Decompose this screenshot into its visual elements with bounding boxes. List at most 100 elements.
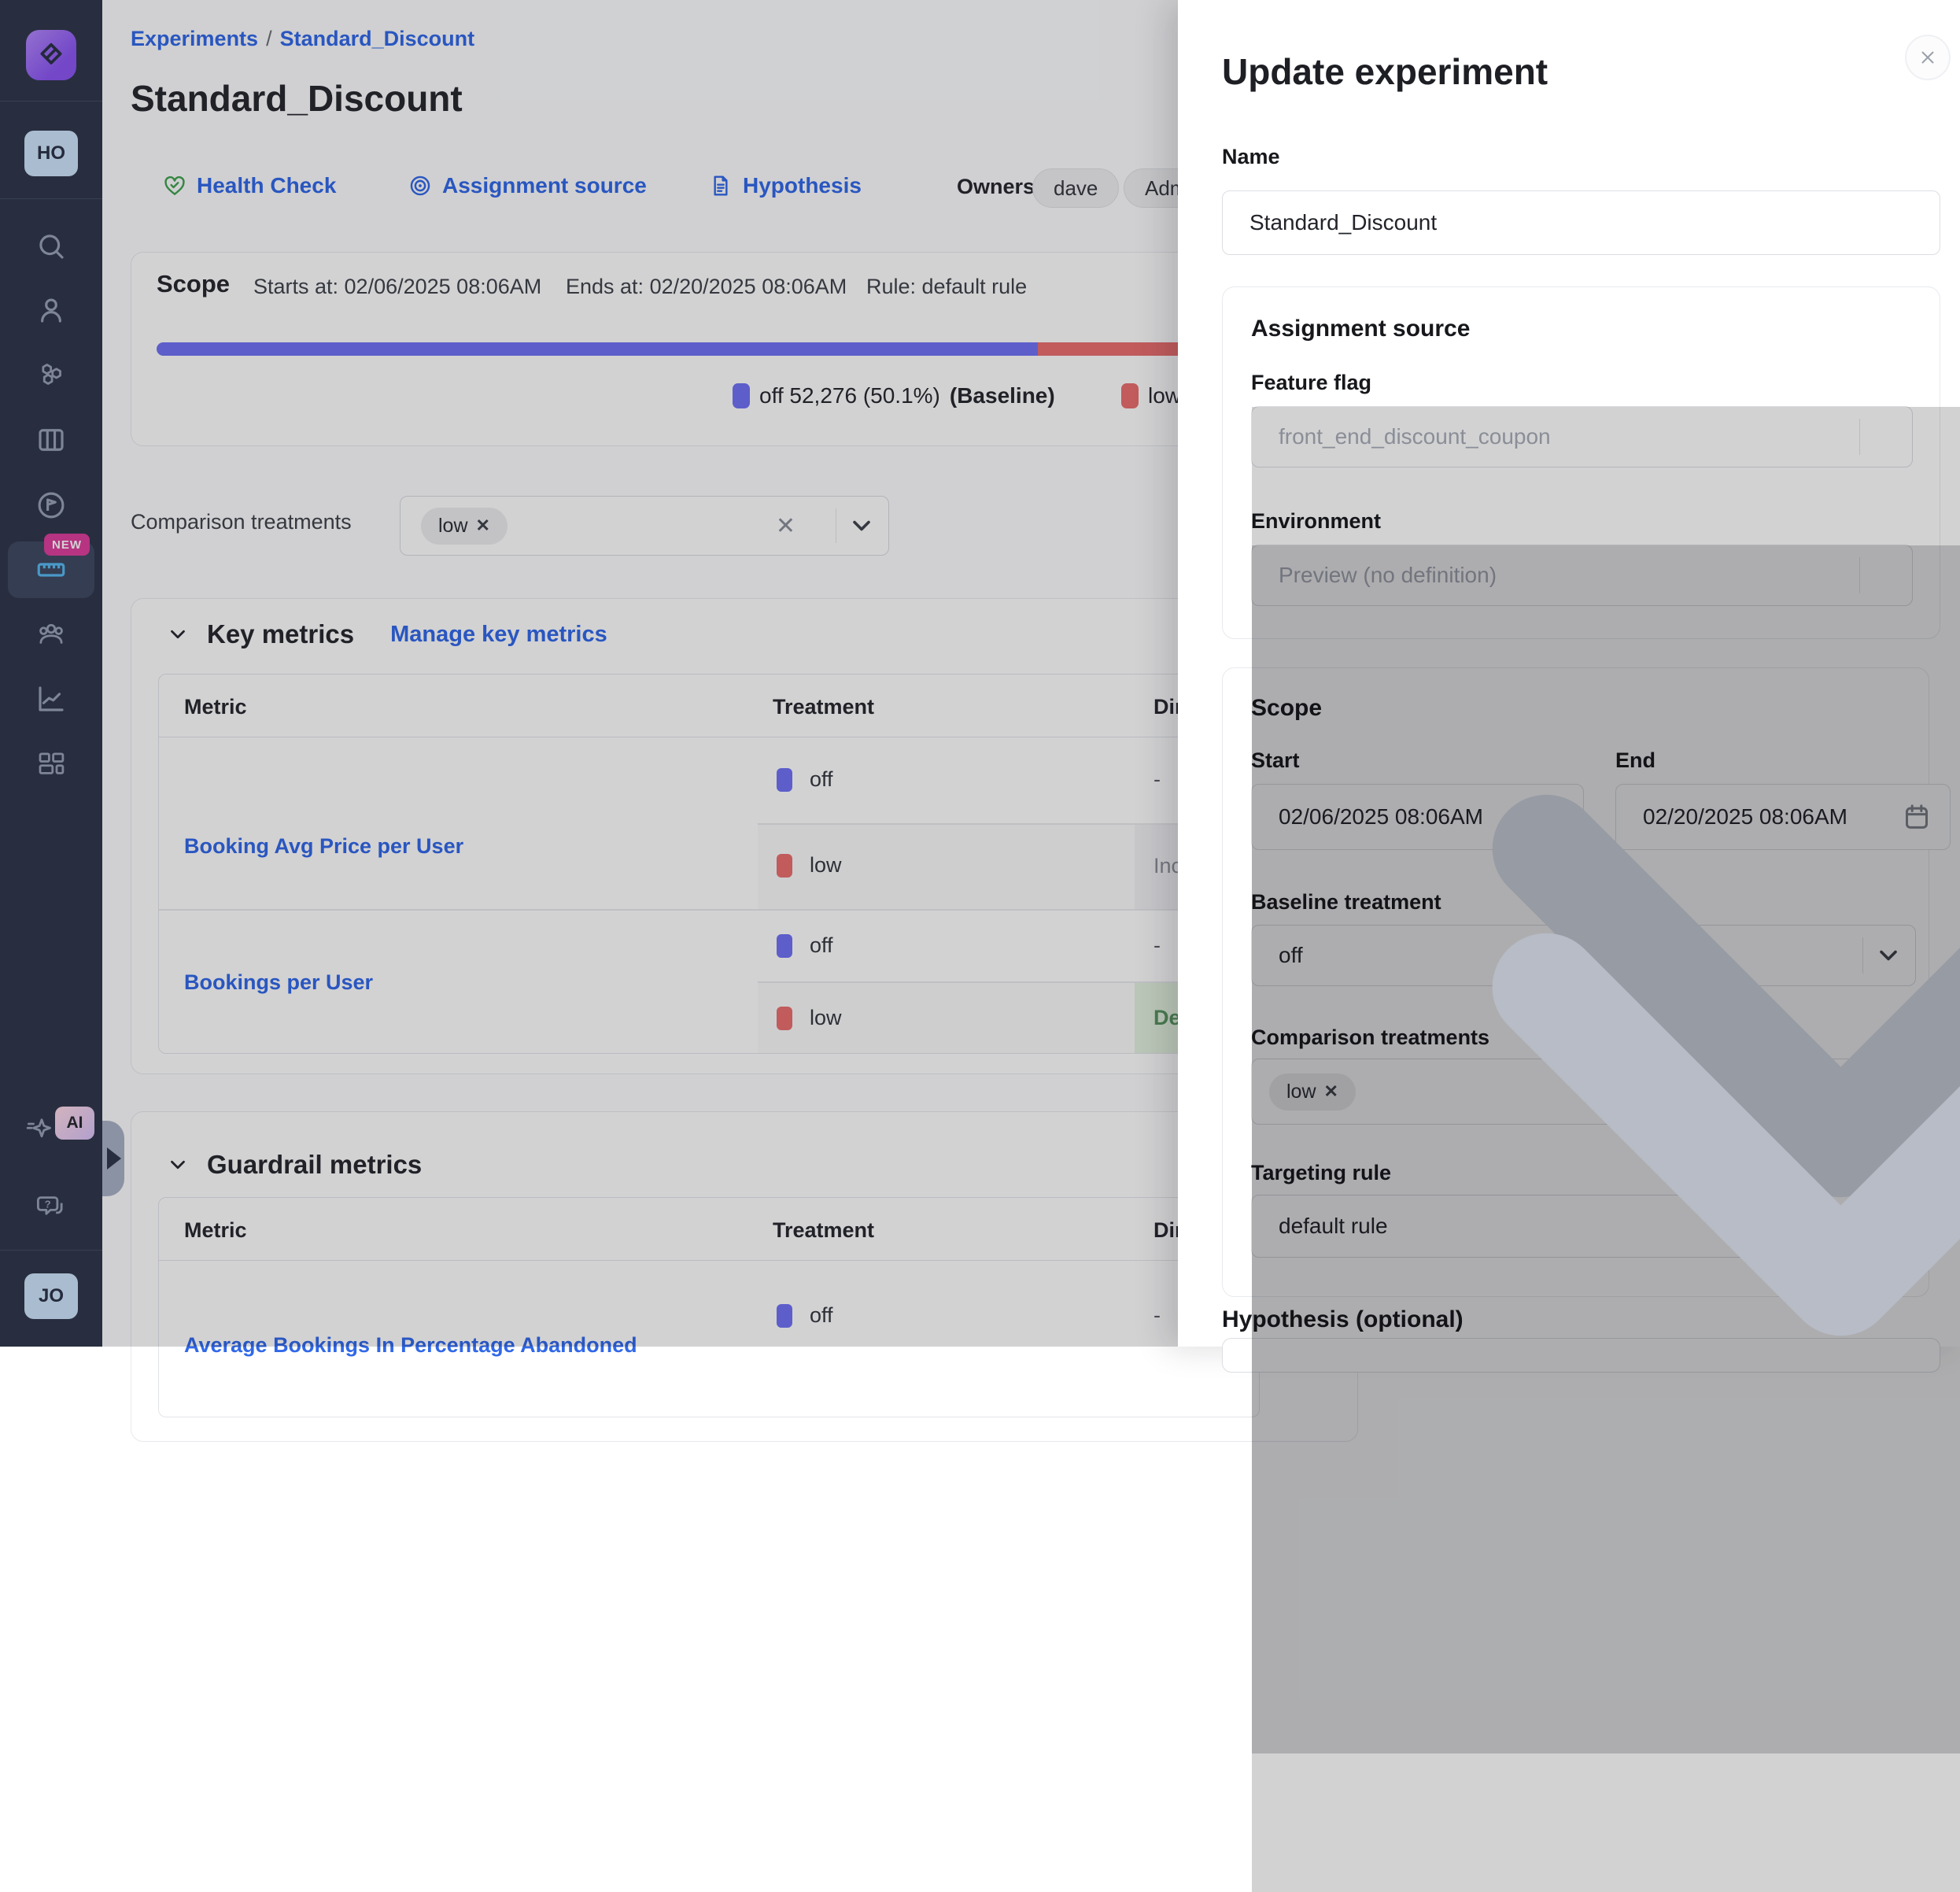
chevron-down-icon[interactable] <box>1874 941 1903 970</box>
assignment-source-label: Assignment source <box>442 173 647 198</box>
col-treatment: Treatment <box>773 1218 874 1243</box>
comparison-treatments-select[interactable]: low ✕ ✕ <box>400 496 889 556</box>
legend-swatch-low <box>1121 383 1139 408</box>
direction-value: - <box>1153 1303 1161 1328</box>
hypothesis-textarea[interactable] <box>1222 1338 1940 1373</box>
audiences-group-icon[interactable] <box>35 618 68 651</box>
treatment-row-low: low <box>777 1006 842 1030</box>
owners-label: Owners: <box>957 175 1042 199</box>
baseline-treatment-select[interactable]: off <box>1251 925 1916 986</box>
start-date-value: 02/06/2025 08:06AM <box>1279 804 1483 830</box>
health-check-label: Health Check <box>197 173 336 198</box>
ai-badge[interactable]: AI <box>55 1107 94 1140</box>
search-icon[interactable] <box>35 230 68 263</box>
sidebar-divider <box>0 101 102 102</box>
clear-selection-icon[interactable]: ✕ <box>1803 1078 1822 1106</box>
chip-remove-icon[interactable]: ✕ <box>476 515 490 536</box>
guardrail-metrics-title: Guardrail metrics <box>207 1150 422 1180</box>
chevron-right-icon <box>107 1147 121 1170</box>
calendar-icon[interactable] <box>1901 801 1932 833</box>
collapse-chevron-icon[interactable] <box>166 623 190 646</box>
statsig-logo-icon <box>35 39 67 71</box>
document-icon <box>708 173 733 198</box>
direction-value: - <box>1153 933 1161 958</box>
treatment-row-low: low <box>777 853 842 878</box>
guardrail-metrics-table: Metric Treatment Direction off - Average… <box>158 1197 1260 1417</box>
select-divider <box>1859 419 1861 455</box>
end-date-input[interactable]: 02/20/2025 08:06AM <box>1615 784 1951 850</box>
health-check-link[interactable]: Health Check <box>162 173 336 198</box>
comparison-treatments-select[interactable]: low ✕ ✕ <box>1251 1059 1916 1125</box>
treatment-chip-low[interactable]: low ✕ <box>421 508 508 545</box>
sidebar-expand-handle[interactable] <box>102 1121 124 1196</box>
collapse-chevron-icon[interactable] <box>166 1153 190 1177</box>
select-divider <box>1859 557 1861 593</box>
chevron-down-icon[interactable] <box>847 512 876 540</box>
scope-starts-at: Starts at: 02/06/2025 08:06AM <box>253 275 541 299</box>
targeting-rule-value: default rule <box>1279 1214 1388 1239</box>
experiments-ruler-icon[interactable] <box>35 553 68 586</box>
start-date-input[interactable]: 02/06/2025 08:06AM <box>1251 784 1584 850</box>
chevron-down-icon[interactable] <box>1874 1077 1903 1106</box>
treatment-name: off <box>810 767 833 792</box>
select-divider <box>1862 1207 1864 1245</box>
assignment-source-heading: Assignment source <box>1251 316 1470 342</box>
treatment-swatch-low <box>777 854 792 878</box>
table-header: Metric Treatment Direction <box>159 674 1259 737</box>
treatment-chip-low[interactable]: low ✕ <box>1269 1073 1356 1110</box>
help-chat-icon[interactable]: ? <box>35 1190 68 1223</box>
table-header: Metric Treatment Direction <box>159 1198 1259 1261</box>
user-avatar[interactable]: JO <box>24 1273 78 1319</box>
segments-hexagons-icon[interactable] <box>35 359 68 392</box>
bar-segment-off <box>157 342 1038 356</box>
columns-icon[interactable] <box>35 423 68 456</box>
targeting-rule-select[interactable]: default rule <box>1251 1195 1916 1258</box>
treatment-row-off: off <box>777 767 833 792</box>
metric-link-guardrail[interactable]: Average Bookings In Percentage Abandoned <box>184 1333 637 1358</box>
chevron-down-icon[interactable] <box>1874 1212 1903 1240</box>
breadcrumb-separator: / <box>266 27 272 50</box>
col-metric: Metric <box>184 1218 247 1243</box>
hypothesis-optional-label: Hypothesis (optional) <box>1222 1306 1464 1333</box>
sidebar: HO NEW <box>0 0 102 1347</box>
treatment-swatch-off <box>777 934 792 958</box>
metric-link-booking-avg-price[interactable]: Booking Avg Price per User <box>184 834 463 859</box>
page-title: Standard_Discount <box>131 77 463 120</box>
scope-ends-at: Ends at: 02/20/2025 08:06AM <box>566 275 847 299</box>
app-logo[interactable] <box>26 30 76 80</box>
comparison-treatments-label: Comparison treatments <box>131 510 352 534</box>
ai-sparkle-icon[interactable] <box>25 1113 58 1146</box>
close-button[interactable] <box>1905 35 1951 80</box>
chip-label: low <box>438 515 468 538</box>
assignment-source-group: Assignment source Feature flag front_end… <box>1222 286 1940 639</box>
baseline-treatment-value: off <box>1279 943 1303 968</box>
calendar-icon[interactable] <box>1534 801 1566 833</box>
environment-select[interactable]: Preview (no definition) <box>1251 545 1913 606</box>
feature-flag-label: Feature flag <box>1251 371 1371 395</box>
hypothesis-link[interactable]: Hypothesis <box>708 173 862 198</box>
owner-pill-dave[interactable]: dave <box>1032 168 1119 208</box>
feature-flag-select[interactable]: front_end_discount_coupon <box>1251 406 1913 467</box>
comparison-treatments-label: Comparison treatments <box>1251 1025 1489 1050</box>
treatment-name: low <box>810 853 842 878</box>
key-metrics-title: Key metrics <box>207 619 354 649</box>
org-switcher[interactable]: HO <box>24 131 78 176</box>
breadcrumb-experiments[interactable]: Experiments <box>131 27 258 50</box>
assignment-source-link[interactable]: Assignment source <box>408 173 647 198</box>
chip-remove-icon[interactable]: ✕ <box>1324 1081 1338 1102</box>
name-input[interactable]: Standard_Discount <box>1222 190 1940 255</box>
feature-flag-icon[interactable] <box>35 489 68 522</box>
clear-selection-icon[interactable]: ✕ <box>776 512 795 540</box>
baseline-treatment-label: Baseline treatment <box>1251 890 1441 915</box>
dashboards-grid-icon[interactable] <box>35 748 68 781</box>
users-icon[interactable] <box>35 294 68 327</box>
select-divider <box>1862 1071 1864 1112</box>
name-value: Standard_Discount <box>1249 210 1437 235</box>
scope-card-title: Scope <box>157 270 230 298</box>
breadcrumb-current[interactable]: Standard_Discount <box>280 27 475 50</box>
manage-key-metrics-link[interactable]: Manage key metrics <box>390 622 607 648</box>
metric-link-bookings-per-user[interactable]: Bookings per User <box>184 970 373 995</box>
health-heart-icon <box>162 173 187 198</box>
update-experiment-drawer: Update experiment Name Standard_Discount… <box>1178 0 1960 1347</box>
metrics-chart-icon[interactable] <box>35 682 68 715</box>
